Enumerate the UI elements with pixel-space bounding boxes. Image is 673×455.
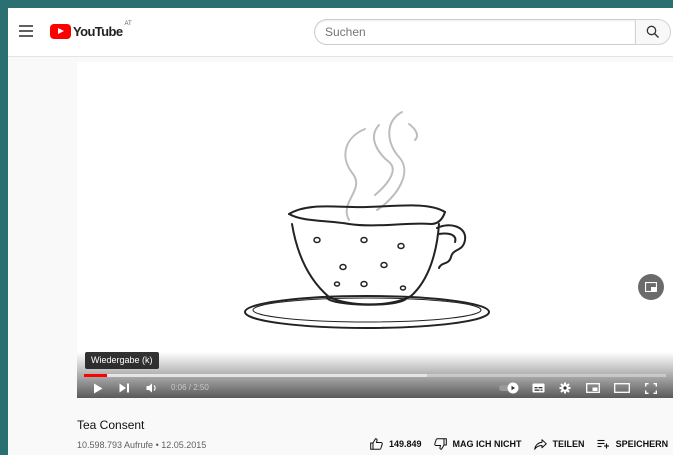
pip-icon xyxy=(645,282,657,292)
fullscreen-icon xyxy=(645,382,657,394)
like-button[interactable]: 149.849 xyxy=(370,438,422,450)
youtube-play-logo-icon xyxy=(50,23,71,39)
search-bar xyxy=(314,19,671,45)
dislike-label: MAG ICH NICHT xyxy=(452,439,522,449)
player-controls: 0:06 / 2:50 xyxy=(77,378,673,398)
play-icon xyxy=(94,383,103,393)
share-label: TEILEN xyxy=(552,439,585,449)
miniplayer-button[interactable] xyxy=(584,380,602,396)
share-icon xyxy=(533,438,547,450)
volume-icon xyxy=(146,383,156,393)
search-input[interactable] xyxy=(314,19,635,45)
logo-text: YouTube xyxy=(73,23,123,39)
progress-bar[interactable] xyxy=(84,374,666,377)
progress-buffered xyxy=(84,374,428,377)
region-code: AT xyxy=(124,21,132,27)
like-count: 149.849 xyxy=(389,439,422,449)
autoplay-toggle[interactable] xyxy=(498,380,520,396)
time-display: 0:06 / 2:50 xyxy=(171,383,209,392)
youtube-window: YouTube AT Suchen Wiedergabe (k) 0:06 / … xyxy=(8,8,673,455)
video-meta: 10.598.793 Aufrufe • 12.05.2015 xyxy=(77,440,207,450)
thumbs-down-icon xyxy=(433,438,447,450)
dislike-button[interactable]: MAG ICH NICHT xyxy=(433,438,522,450)
theater-mode-button[interactable] xyxy=(613,380,631,396)
subtitles-button[interactable] xyxy=(530,380,546,396)
next-icon xyxy=(119,383,129,393)
teacup-illustration xyxy=(244,111,490,329)
thumbs-up-icon xyxy=(370,438,383,450)
subtitles-icon xyxy=(532,383,544,393)
volume-button[interactable] xyxy=(144,380,160,396)
settings-icon xyxy=(559,382,571,394)
hamburger-menu-icon[interactable] xyxy=(19,25,33,37)
settings-button[interactable] xyxy=(557,380,573,396)
video-title: Tea Consent xyxy=(77,418,145,432)
youtube-logo[interactable]: YouTube AT xyxy=(50,21,132,39)
search-icon xyxy=(646,25,659,38)
video-player[interactable]: Wiedergabe (k) 0:06 / 2:50 xyxy=(77,62,673,398)
next-button[interactable] xyxy=(117,380,131,396)
masthead: YouTube AT xyxy=(8,8,673,57)
autoplay-toggle-icon xyxy=(499,382,519,394)
pip-button[interactable] xyxy=(638,274,664,300)
miniplayer-icon xyxy=(586,383,600,393)
save-label: SPEICHERN xyxy=(615,439,669,449)
fullscreen-button[interactable] xyxy=(643,380,659,396)
video-actions: 149.849 MAG ICH NICHT TEILEN SPEICHERN xyxy=(370,436,673,452)
add-to-playlist-icon xyxy=(597,439,609,449)
progress-played xyxy=(84,374,108,377)
save-button[interactable]: SPEICHERN xyxy=(597,439,669,449)
play-tooltip: Wiedergabe (k) xyxy=(85,352,159,369)
share-button[interactable]: TEILEN xyxy=(533,438,585,450)
play-button[interactable] xyxy=(91,380,105,396)
search-button[interactable] xyxy=(635,19,671,45)
theater-mode-icon xyxy=(614,383,630,393)
